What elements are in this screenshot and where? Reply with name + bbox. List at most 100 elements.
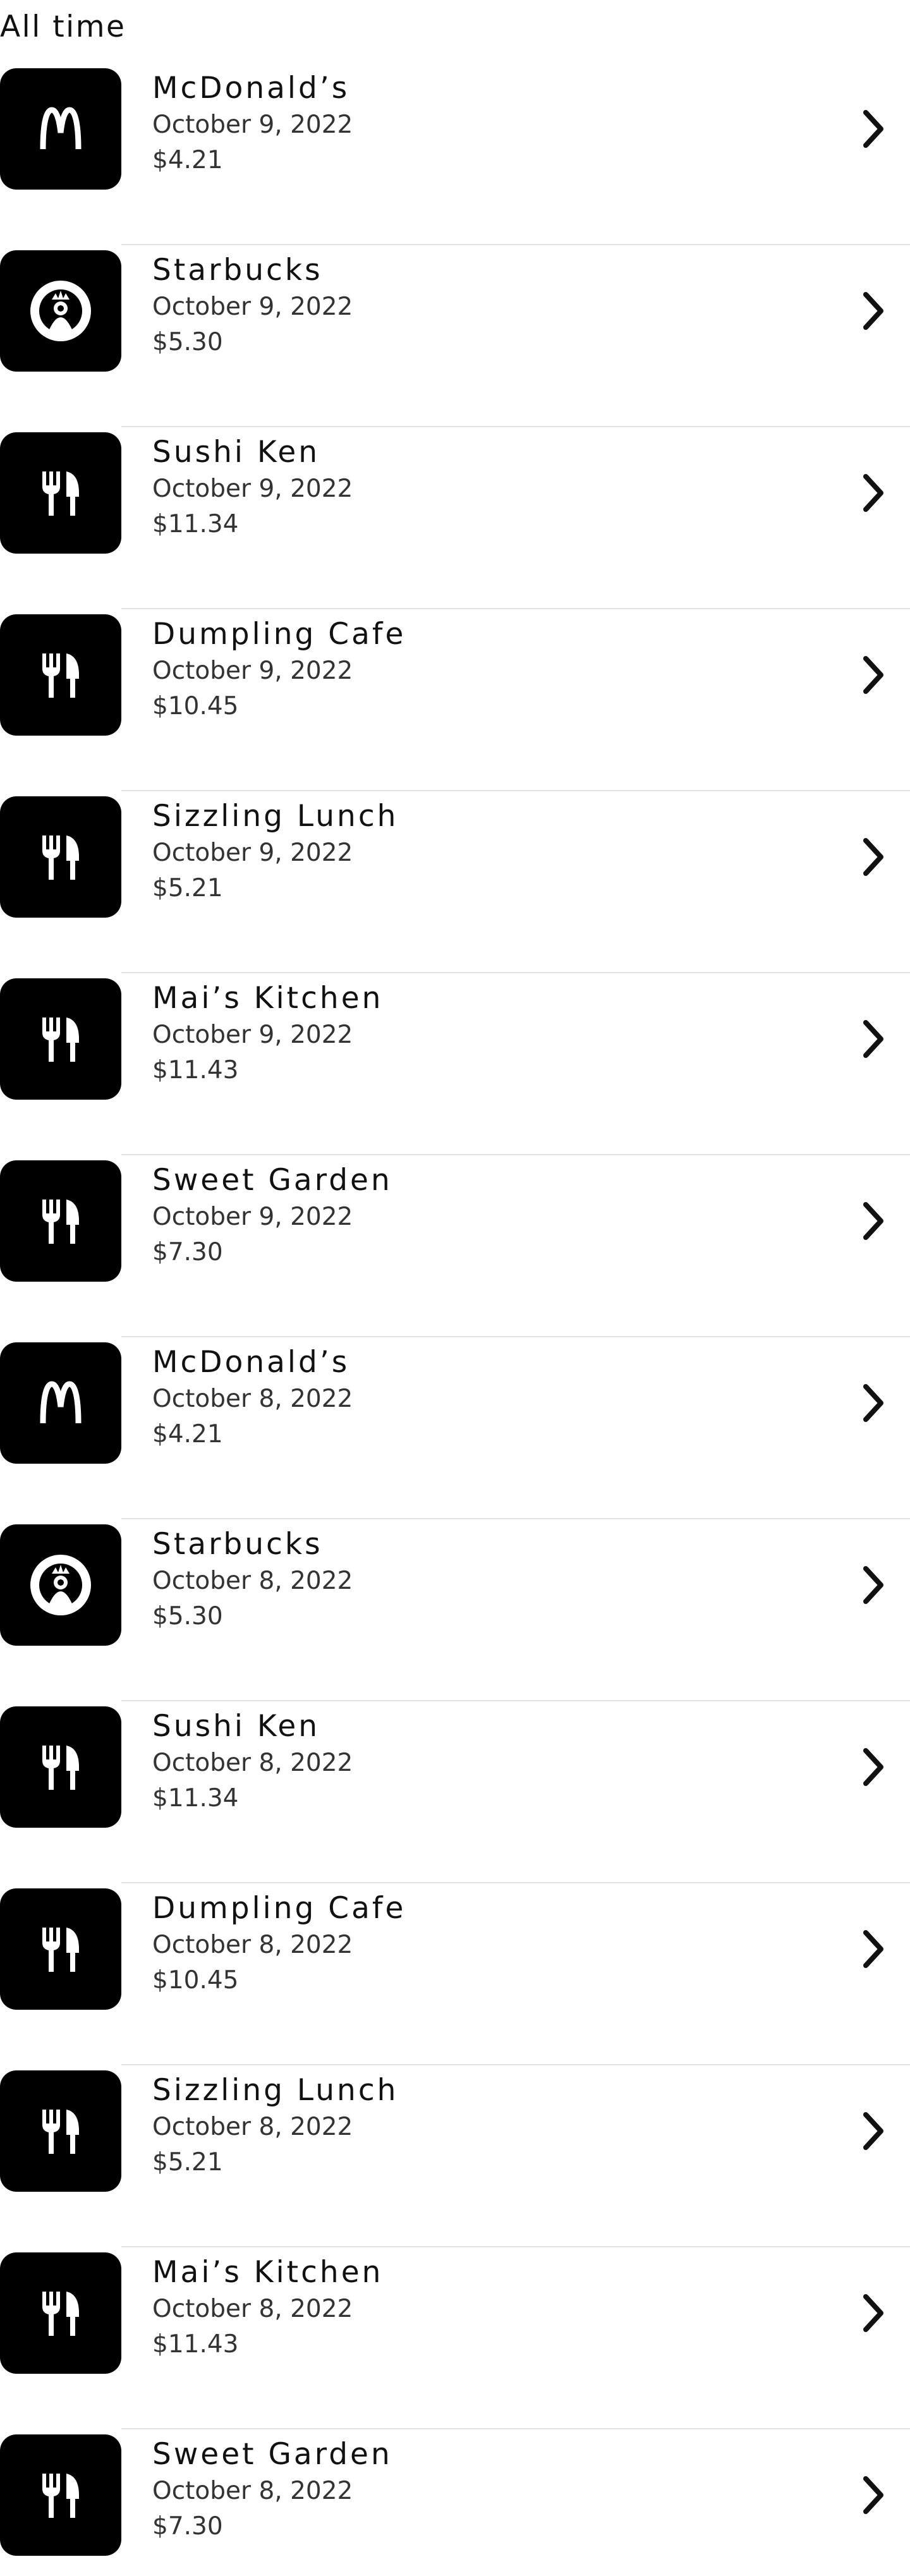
chevron-right-icon[interactable] bbox=[853, 1923, 894, 1976]
mcdonalds-logo-icon bbox=[0, 68, 121, 190]
chevron-right-icon[interactable] bbox=[853, 2469, 894, 2522]
transaction-row-8[interactable]: Starbucks October 8, 2022 $5.30 bbox=[0, 1519, 910, 1701]
transaction-date: October 8, 2022 bbox=[152, 1931, 353, 1959]
starbucks-logo-icon bbox=[0, 250, 121, 372]
transaction-date: October 9, 2022 bbox=[152, 839, 353, 867]
restaurant-icon bbox=[0, 2434, 121, 2556]
transaction-text: McDonald’s October 8, 2022 $4.21 bbox=[152, 1344, 353, 1452]
chevron-right-icon[interactable] bbox=[853, 1194, 894, 1248]
chevron-right-icon[interactable] bbox=[853, 1741, 894, 1794]
restaurant-icon bbox=[0, 614, 121, 736]
chevron-right-icon[interactable] bbox=[853, 1012, 894, 1066]
transaction-date: October 9, 2022 bbox=[152, 1203, 353, 1231]
transaction-text: Sushi Ken October 9, 2022 $11.34 bbox=[152, 434, 353, 542]
merchant-name: Starbucks bbox=[152, 1527, 323, 1562]
restaurant-icon bbox=[0, 432, 121, 554]
merchant-name: Sushi Ken bbox=[152, 435, 320, 470]
transaction-amount: $11.34 bbox=[152, 1784, 239, 1813]
transaction-row-6[interactable]: Sweet Garden October 9, 2022 $7.30 bbox=[0, 1155, 910, 1337]
transaction-amount: $10.45 bbox=[152, 692, 239, 720]
transaction-text: Sweet Garden October 8, 2022 $7.30 bbox=[152, 2436, 392, 2544]
transaction-date: October 9, 2022 bbox=[152, 657, 353, 685]
merchant-name: Sweet Garden bbox=[152, 2437, 392, 2472]
transaction-amount: $5.21 bbox=[152, 874, 223, 902]
transaction-row-1[interactable]: Starbucks October 9, 2022 $5.30 bbox=[0, 245, 910, 427]
merchant-name: Mai’s Kitchen bbox=[152, 981, 384, 1016]
transaction-date: October 9, 2022 bbox=[152, 293, 353, 321]
transaction-date: October 8, 2022 bbox=[152, 1567, 353, 1595]
transaction-row-2[interactable]: Sushi Ken October 9, 2022 $11.34 bbox=[0, 427, 910, 609]
merchant-name: McDonald’s bbox=[152, 71, 350, 106]
merchant-name: Mai’s Kitchen bbox=[152, 2255, 384, 2290]
transaction-text: Sizzling Lunch October 9, 2022 $5.21 bbox=[152, 798, 398, 906]
transaction-amount: $11.43 bbox=[152, 2330, 239, 2359]
transaction-row-10[interactable]: Dumpling Cafe October 8, 2022 $10.45 bbox=[0, 1883, 910, 2065]
transaction-amount: $5.30 bbox=[152, 328, 223, 356]
transaction-text: Sizzling Lunch October 8, 2022 $5.21 bbox=[152, 2072, 398, 2180]
restaurant-icon bbox=[0, 1706, 121, 1828]
chevron-right-icon[interactable] bbox=[853, 284, 894, 337]
transaction-date: October 8, 2022 bbox=[152, 2113, 353, 2141]
transaction-amount: $11.34 bbox=[152, 510, 239, 538]
transaction-row-0[interactable]: McDonald’s October 9, 2022 $4.21 bbox=[0, 63, 910, 245]
restaurant-icon bbox=[0, 1160, 121, 1282]
chevron-right-icon[interactable] bbox=[853, 466, 894, 519]
chevron-right-icon[interactable] bbox=[853, 830, 894, 884]
transaction-date: October 9, 2022 bbox=[152, 111, 353, 139]
transaction-row-9[interactable]: Sushi Ken October 8, 2022 $11.34 bbox=[0, 1701, 910, 1883]
transaction-date: October 9, 2022 bbox=[152, 1021, 353, 1049]
transaction-row-4[interactable]: Sizzling Lunch October 9, 2022 $5.21 bbox=[0, 791, 910, 973]
merchant-name: Sushi Ken bbox=[152, 1709, 320, 1744]
restaurant-icon bbox=[0, 796, 121, 918]
transaction-date: October 9, 2022 bbox=[152, 475, 353, 503]
merchant-name: Sizzling Lunch bbox=[152, 2073, 399, 2108]
transaction-amount: $7.30 bbox=[152, 2512, 223, 2541]
transaction-text: Mai’s Kitchen October 8, 2022 $11.43 bbox=[152, 2254, 383, 2362]
transaction-row-13[interactable]: Sweet Garden October 8, 2022 $7.30 bbox=[0, 2429, 910, 2576]
transaction-amount: $4.21 bbox=[152, 146, 223, 174]
transaction-amount: $11.43 bbox=[152, 1056, 239, 1084]
chevron-right-icon[interactable] bbox=[853, 648, 894, 702]
chevron-right-icon[interactable] bbox=[853, 102, 894, 155]
transaction-row-7[interactable]: McDonald’s October 8, 2022 $4.21 bbox=[0, 1337, 910, 1519]
merchant-name: McDonald’s bbox=[152, 1345, 350, 1380]
merchant-name: Sweet Garden bbox=[152, 1163, 392, 1198]
starbucks-logo-icon bbox=[0, 1524, 121, 1646]
mcdonalds-logo-icon bbox=[0, 1342, 121, 1464]
transaction-date: October 8, 2022 bbox=[152, 2295, 353, 2323]
transaction-row-11[interactable]: Sizzling Lunch October 8, 2022 $5.21 bbox=[0, 2065, 910, 2247]
merchant-name: Dumpling Cafe bbox=[152, 617, 406, 652]
transaction-text: Dumpling Cafe October 8, 2022 $10.45 bbox=[152, 1890, 406, 1998]
transaction-text: Starbucks October 8, 2022 $5.30 bbox=[152, 1526, 353, 1634]
transaction-text: Starbucks October 9, 2022 $5.30 bbox=[152, 252, 353, 360]
transaction-text: McDonald’s October 9, 2022 $4.21 bbox=[152, 70, 353, 178]
transaction-amount: $5.21 bbox=[152, 2148, 223, 2177]
transaction-list: McDonald’s October 9, 2022 $4.21 Starbuc… bbox=[0, 63, 910, 2576]
transactions-page: All time McDonald’s October 9, 2022 $4.2… bbox=[0, 0, 910, 2576]
transaction-date: October 8, 2022 bbox=[152, 1385, 353, 1413]
restaurant-icon bbox=[0, 1888, 121, 2010]
section-title: All time bbox=[0, 9, 126, 44]
transaction-row-3[interactable]: Dumpling Cafe October 9, 2022 $10.45 bbox=[0, 609, 910, 791]
transaction-amount: $5.30 bbox=[152, 1602, 223, 1631]
transaction-amount: $7.30 bbox=[152, 1238, 223, 1267]
restaurant-icon bbox=[0, 978, 121, 1100]
restaurant-icon bbox=[0, 2070, 121, 2192]
transaction-date: October 8, 2022 bbox=[152, 1749, 353, 1777]
merchant-name: Dumpling Cafe bbox=[152, 1891, 406, 1926]
chevron-right-icon[interactable] bbox=[853, 2105, 894, 2158]
transaction-text: Sushi Ken October 8, 2022 $11.34 bbox=[152, 1708, 353, 1816]
restaurant-icon bbox=[0, 2252, 121, 2374]
merchant-name: Starbucks bbox=[152, 253, 323, 288]
transaction-row-5[interactable]: Mai’s Kitchen October 9, 2022 $11.43 bbox=[0, 973, 910, 1155]
transaction-row-12[interactable]: Mai’s Kitchen October 8, 2022 $11.43 bbox=[0, 2247, 910, 2429]
chevron-right-icon[interactable] bbox=[853, 1558, 894, 1612]
transaction-date: October 8, 2022 bbox=[152, 2477, 353, 2505]
chevron-right-icon[interactable] bbox=[853, 2287, 894, 2340]
transaction-amount: $4.21 bbox=[152, 1420, 223, 1449]
transaction-text: Dumpling Cafe October 9, 2022 $10.45 bbox=[152, 616, 406, 724]
transaction-amount: $10.45 bbox=[152, 1966, 239, 1995]
transaction-text: Sweet Garden October 9, 2022 $7.30 bbox=[152, 1162, 392, 1270]
chevron-right-icon[interactable] bbox=[853, 1376, 894, 1430]
transaction-text: Mai’s Kitchen October 9, 2022 $11.43 bbox=[152, 980, 383, 1088]
